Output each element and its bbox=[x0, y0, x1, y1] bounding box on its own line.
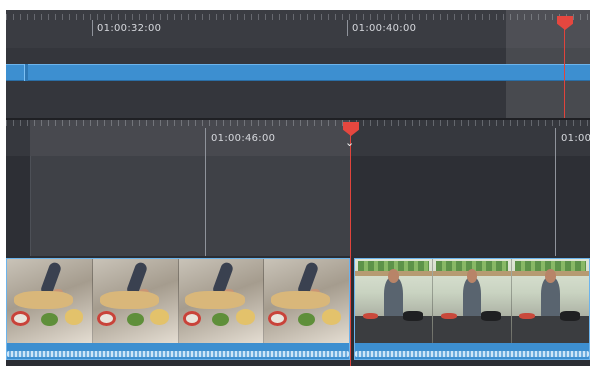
main-playhead-line[interactable] bbox=[350, 128, 351, 366]
audio-waveform bbox=[7, 351, 349, 357]
clip-thumbnails bbox=[355, 259, 589, 343]
clip-thumbnail bbox=[510, 259, 589, 343]
clip-thumbnail bbox=[177, 259, 264, 343]
mini-timecode-marker bbox=[347, 20, 348, 36]
main-timecode-label: 01:00:46:00 bbox=[211, 133, 276, 144]
main-timecode-marker bbox=[205, 128, 206, 256]
mini-timecode-marker bbox=[92, 20, 93, 36]
clip-audio-strip bbox=[7, 343, 349, 359]
clip-audio-strip bbox=[355, 343, 589, 359]
timeline-editor[interactable]: 01:00:32:00 01:00:40:00 01:00:46:00 01:0… bbox=[6, 10, 590, 366]
clip-thumbnail bbox=[263, 259, 349, 343]
playhead-caret-icon: ⌄ bbox=[345, 136, 355, 149]
mini-playhead-line[interactable] bbox=[564, 20, 565, 118]
clip-thumbnail bbox=[7, 259, 92, 343]
clip-thumbnail bbox=[432, 259, 511, 343]
mini-clip-bar[interactable] bbox=[6, 64, 590, 81]
track-guide-line bbox=[30, 156, 31, 256]
clip-thumbnail bbox=[355, 259, 433, 343]
audio-waveform bbox=[355, 351, 589, 357]
mini-ruler-ticks bbox=[6, 14, 590, 20]
mini-clip-edge-handle[interactable] bbox=[24, 64, 28, 81]
clip-thumbnail bbox=[91, 259, 178, 343]
main-timecode-marker bbox=[555, 128, 556, 256]
main-timecode-label: 01:00 bbox=[561, 133, 590, 144]
mini-timecode-label: 01:00:32:00 bbox=[97, 23, 162, 34]
mini-timecode-label: 01:00:40:00 bbox=[352, 23, 417, 34]
video-clip-food-prep[interactable] bbox=[6, 258, 350, 360]
clip-thumbnails bbox=[7, 259, 349, 343]
video-clip-kitchen-host[interactable] bbox=[354, 258, 590, 360]
selection-range-shade bbox=[30, 120, 350, 256]
